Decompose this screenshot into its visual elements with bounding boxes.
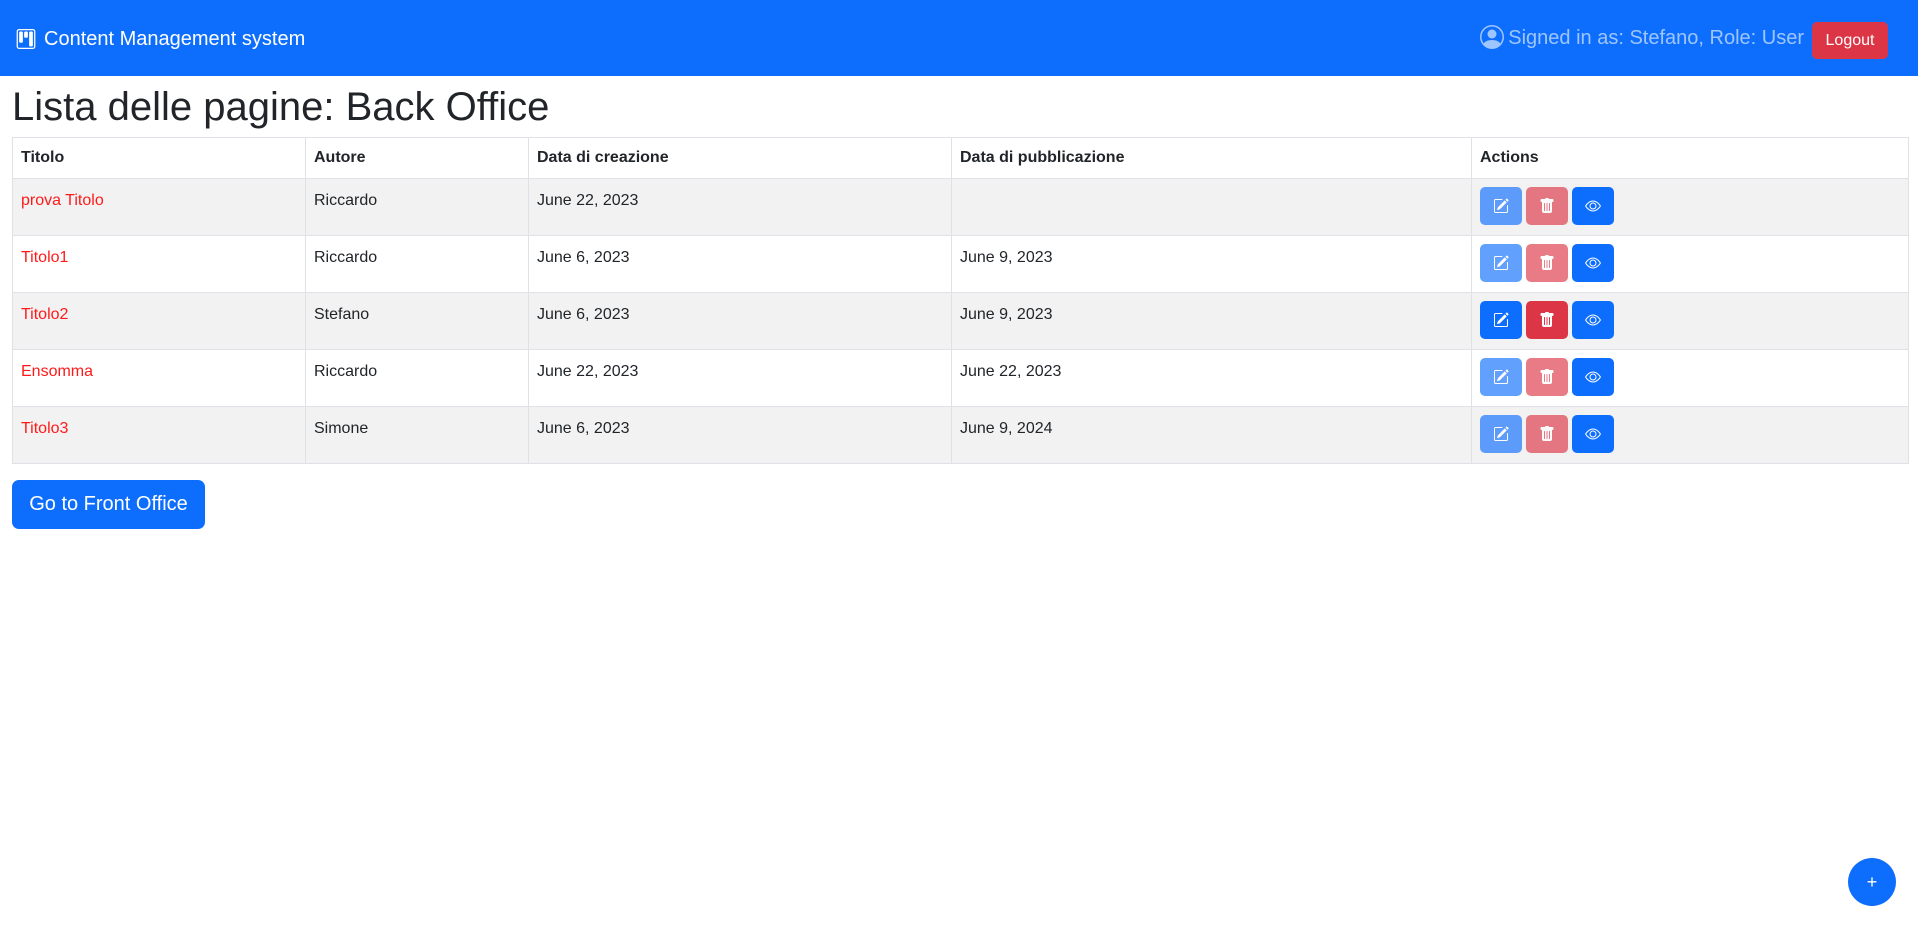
actions-cell — [1471, 349, 1909, 407]
published-date-cell — [951, 178, 1472, 236]
kanban-icon — [16, 29, 36, 49]
trash-icon — [1539, 426, 1555, 442]
trash-icon — [1539, 198, 1555, 214]
brand[interactable]: Content Management system — [16, 26, 305, 52]
eye-icon — [1585, 369, 1601, 385]
table-header-row: Titolo Autore Data di creazione Data di … — [12, 137, 1909, 179]
created-date-cell: June 6, 2023 — [528, 235, 952, 293]
published-date-cell: June 9, 2023 — [951, 235, 1472, 293]
published-date-cell: June 9, 2024 — [951, 406, 1472, 464]
eye-icon — [1585, 312, 1601, 328]
actions-cell — [1471, 406, 1909, 464]
author-cell: Riccardo — [305, 235, 529, 293]
eye-icon — [1585, 198, 1601, 214]
view-button[interactable] — [1572, 301, 1614, 339]
published-date-cell: June 9, 2023 — [951, 292, 1472, 350]
column-header-titolo: Titolo — [12, 137, 306, 179]
table-row: Titolo1 Riccardo June 6, 2023 June 9, 2023 — [12, 235, 1909, 293]
author-cell: Simone — [305, 406, 529, 464]
delete-button[interactable] — [1526, 415, 1568, 453]
author-cell: Stefano — [305, 292, 529, 350]
signed-in-text: Signed in as: Stefano, Role: User — [1508, 27, 1804, 49]
column-header-data-creazione: Data di creazione — [528, 137, 952, 179]
table-row: Titolo2 Stefano June 6, 2023 June 9, 2023 — [12, 292, 1909, 350]
delete-button[interactable] — [1526, 301, 1568, 339]
pages-table: Titolo Autore Data di creazione Data di … — [12, 137, 1909, 464]
view-button[interactable] — [1572, 415, 1614, 453]
page-title-cell[interactable]: Titolo1 — [12, 235, 306, 293]
edit-button[interactable] — [1480, 187, 1522, 225]
go-to-front-office-button[interactable]: Go to Front Office — [12, 480, 205, 529]
page-title-cell[interactable]: prova Titolo — [12, 178, 306, 236]
created-date-cell: June 22, 2023 — [528, 349, 952, 407]
pencil-square-icon — [1493, 255, 1509, 271]
author-cell: Riccardo — [305, 349, 529, 407]
eye-icon — [1585, 255, 1601, 271]
page-title-cell[interactable]: Ensomma — [12, 349, 306, 407]
delete-button[interactable] — [1526, 358, 1568, 396]
trash-icon — [1539, 255, 1555, 271]
top-navbar: Content Management system Signed in as: … — [0, 0, 1918, 76]
edit-button[interactable] — [1480, 301, 1522, 339]
brand-label: Content Management system — [44, 28, 306, 50]
table-row: prova Titolo Riccardo June 22, 2023 — [12, 178, 1909, 236]
person-circle-icon — [1480, 25, 1506, 49]
signed-in-status: Signed in as: Stefano, Role: User — [1480, 24, 1804, 52]
column-header-actions: Actions — [1471, 137, 1909, 179]
actions-cell — [1471, 178, 1909, 236]
trash-icon — [1539, 312, 1555, 328]
created-date-cell: June 6, 2023 — [528, 292, 952, 350]
pencil-square-icon — [1493, 369, 1509, 385]
page-title-cell[interactable]: Titolo3 — [12, 406, 306, 464]
edit-button[interactable] — [1480, 415, 1522, 453]
delete-button[interactable] — [1526, 244, 1568, 282]
logout-button[interactable]: Logout — [1812, 22, 1888, 59]
actions-cell — [1471, 235, 1909, 293]
pencil-square-icon — [1493, 426, 1509, 442]
edit-button[interactable] — [1480, 358, 1522, 396]
author-cell: Riccardo — [305, 178, 529, 236]
actions-cell — [1471, 292, 1909, 350]
table-row: Titolo3 Simone June 6, 2023 June 9, 2024 — [12, 406, 1909, 464]
page-title-cell[interactable]: Titolo2 — [12, 292, 306, 350]
column-header-data-pubblicazione: Data di pubblicazione — [951, 137, 1472, 179]
view-button[interactable] — [1572, 358, 1614, 396]
trash-icon — [1539, 369, 1555, 385]
pencil-square-icon — [1493, 312, 1509, 328]
published-date-cell: June 22, 2023 — [951, 349, 1472, 407]
table-row: Ensomma Riccardo June 22, 2023 June 22, 202… — [12, 349, 1909, 407]
view-button[interactable] — [1572, 187, 1614, 225]
column-header-autore: Autore — [305, 137, 529, 179]
add-page-button[interactable]: + — [1848, 858, 1896, 906]
delete-button[interactable] — [1526, 187, 1568, 225]
view-button[interactable] — [1572, 244, 1614, 282]
created-date-cell: June 6, 2023 — [528, 406, 952, 464]
pencil-square-icon — [1493, 198, 1509, 214]
page-title: Lista delle pagine: Back Office — [12, 85, 550, 129]
created-date-cell: June 22, 2023 — [528, 178, 952, 236]
edit-button[interactable] — [1480, 244, 1522, 282]
eye-icon — [1585, 426, 1601, 442]
